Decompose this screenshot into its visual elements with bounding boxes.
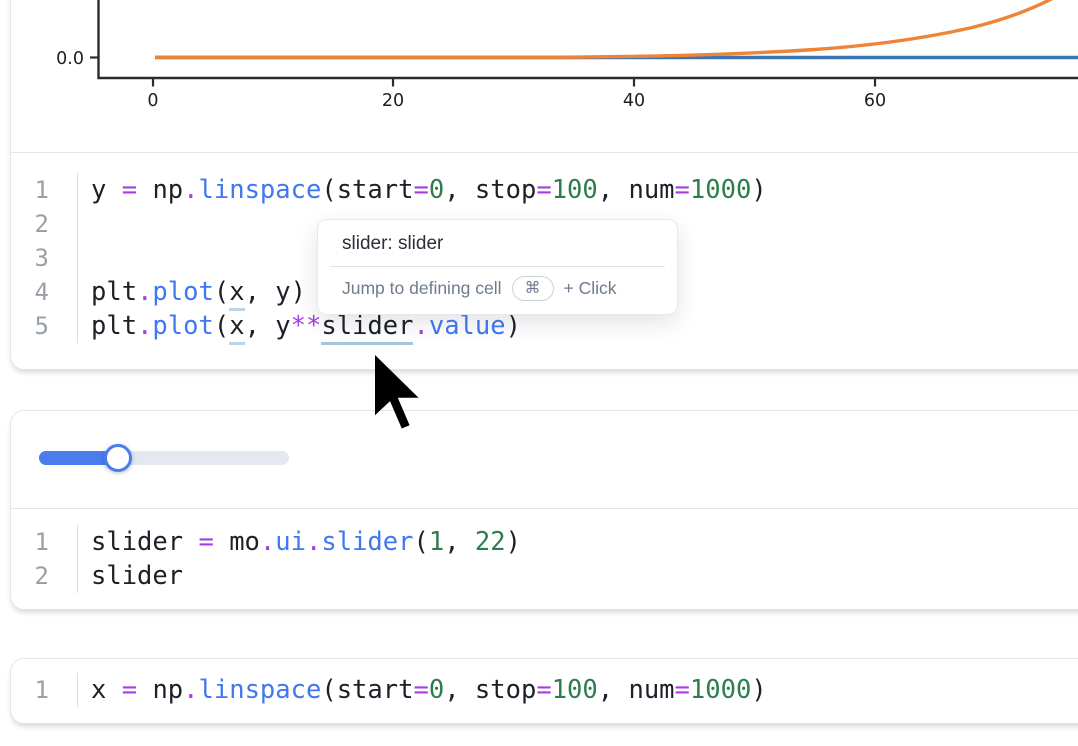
line-number: 3 bbox=[11, 241, 49, 275]
slider-cell-output bbox=[11, 411, 1078, 508]
code-text[interactable]: x = np.linspace(start=0, stop=100, num=1… bbox=[77, 673, 767, 707]
slider-handle[interactable] bbox=[104, 444, 132, 472]
code-line[interactable]: 1 y = np.linspace(start=0, stop=100, num=… bbox=[11, 173, 1078, 207]
code-line[interactable]: 1 slider = mo.ui.slider(1, 22) bbox=[11, 525, 1078, 559]
code-line[interactable]: 1 x = np.linspace(start=0, stop=100, num=… bbox=[11, 673, 1078, 707]
x-tick-label: 0 bbox=[147, 91, 158, 111]
line-number: 5 bbox=[11, 309, 49, 343]
line-number: 1 bbox=[11, 525, 49, 559]
slider-track[interactable] bbox=[39, 451, 289, 465]
plot-figure: 0.0 0 20 40 60 bbox=[0, 0, 1078, 153]
x-tick-label: 60 bbox=[864, 91, 886, 111]
line-number: 4 bbox=[11, 275, 49, 309]
plot-line-orange bbox=[155, 0, 1057, 57]
variable-hover-tooltip: slider: slider Jump to defining cell ⌘ +… bbox=[317, 219, 678, 315]
plot-cell-output: 0.0 0 20 40 60 bbox=[11, 0, 1078, 152]
line-number: 1 bbox=[11, 173, 49, 207]
tooltip-click-label: + Click bbox=[564, 278, 617, 299]
line-number: 1 bbox=[11, 673, 49, 707]
code-editor-x-cell[interactable]: 1 x = np.linspace(start=0, stop=100, num=… bbox=[11, 659, 1078, 721]
x-tick-label: 40 bbox=[623, 91, 645, 111]
tooltip-title: slider: slider bbox=[318, 220, 677, 266]
cell-slider: 1 slider = mo.ui.slider(1, 22) 2 slider bbox=[10, 410, 1078, 610]
code-text[interactable]: slider bbox=[77, 559, 183, 593]
code-text[interactable] bbox=[77, 241, 106, 275]
code-text[interactable] bbox=[77, 207, 106, 241]
tooltip-action-label: Jump to defining cell bbox=[342, 278, 502, 299]
code-text[interactable]: y = np.linspace(start=0, stop=100, num=1… bbox=[77, 173, 767, 207]
code-editor-slider-cell[interactable]: 1 slider = mo.ui.slider(1, 22) 2 slider bbox=[11, 509, 1078, 607]
line-number: 2 bbox=[11, 207, 49, 241]
command-key-badge: ⌘ bbox=[512, 276, 554, 301]
code-text[interactable]: plt.plot(x, y) bbox=[77, 275, 306, 309]
y-tick-label: 0.0 bbox=[56, 49, 84, 69]
code-text[interactable]: slider = mo.ui.slider(1, 22) bbox=[77, 525, 521, 559]
code-line[interactable]: 2 slider bbox=[11, 559, 1078, 593]
cell-x: 1 x = np.linspace(start=0, stop=100, num=… bbox=[10, 658, 1078, 724]
x-tick-label: 20 bbox=[382, 91, 404, 111]
line-number: 2 bbox=[11, 559, 49, 593]
